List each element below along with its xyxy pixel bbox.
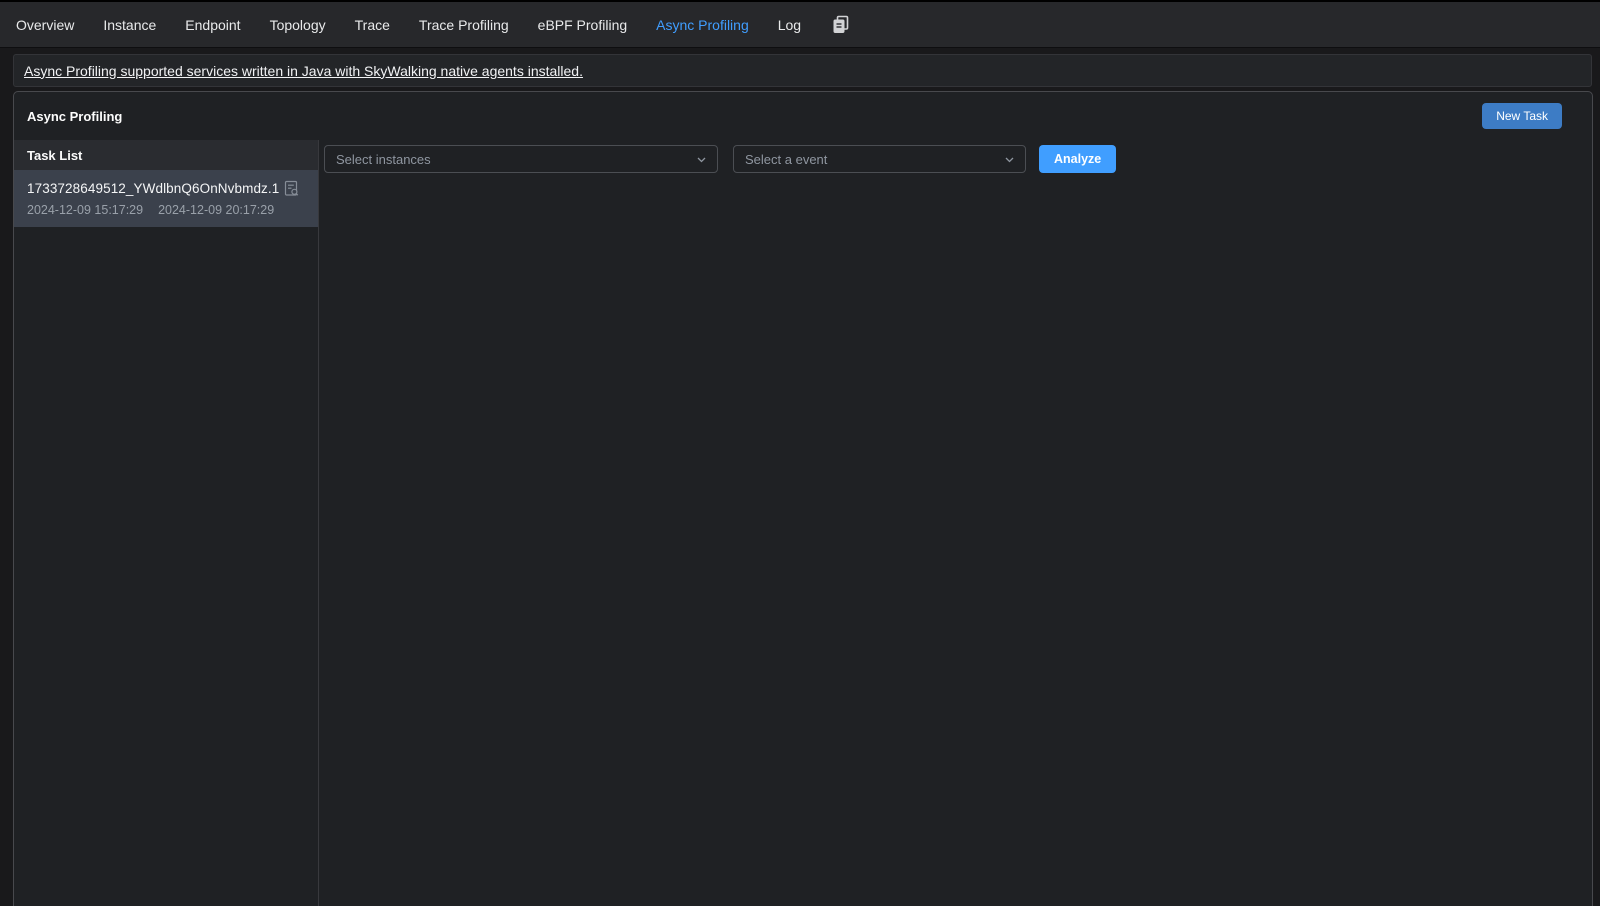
nav-item-ebpf-profiling[interactable]: eBPF Profiling xyxy=(538,17,627,33)
nav-item-topology[interactable]: Topology xyxy=(270,17,326,33)
top-navbar: Overview Instance Endpoint Topology Trac… xyxy=(0,2,1600,48)
task-start-time: 2024-12-09 15:17:29 xyxy=(27,203,143,217)
event-select-placeholder: Select a event xyxy=(745,152,827,167)
task-list-column: Task List 1733728649512_YWdlbnQ6OnNvbmdz… xyxy=(14,140,319,906)
chevron-down-icon xyxy=(695,153,708,166)
async-profiling-panel: Async Profiling New Task Task List 17337… xyxy=(13,91,1593,906)
hint-banner: Async Profiling supported services writt… xyxy=(13,54,1592,87)
nav-item-trace[interactable]: Trace xyxy=(355,17,390,33)
instances-select[interactable]: Select instances xyxy=(324,145,718,173)
nav-item-overview[interactable]: Overview xyxy=(16,17,74,33)
analyze-button[interactable]: Analyze xyxy=(1039,145,1116,173)
nav-item-instance[interactable]: Instance xyxy=(103,17,156,33)
chevron-down-icon xyxy=(1003,153,1016,166)
analysis-area: Select instances Select a event Analyze xyxy=(319,140,1592,906)
task-list-header: Task List xyxy=(14,140,318,170)
task-time-range: 2024-12-09 15:17:29 2024-12-09 20:17:29 xyxy=(27,203,308,217)
task-detail-icon[interactable] xyxy=(282,179,300,197)
panel-title: Async Profiling xyxy=(27,109,122,124)
task-list-item[interactable]: 1733728649512_YWdlbnQ6OnNvbmdz.1 2024-12… xyxy=(14,170,318,227)
panel-header: Async Profiling New Task xyxy=(14,92,1592,140)
event-select[interactable]: Select a event xyxy=(733,145,1026,173)
nav-item-endpoint[interactable]: Endpoint xyxy=(185,17,240,33)
nav-item-trace-profiling[interactable]: Trace Profiling xyxy=(419,17,509,33)
nav-item-async-profiling[interactable]: Async Profiling xyxy=(656,17,749,33)
hint-banner-text: Async Profiling supported services writt… xyxy=(24,63,583,79)
document-copy-icon[interactable] xyxy=(830,14,852,36)
new-task-button[interactable]: New Task xyxy=(1482,103,1562,129)
panel-content: Task List 1733728649512_YWdlbnQ6OnNvbmdz… xyxy=(14,140,1592,906)
nav-item-log[interactable]: Log xyxy=(778,17,801,33)
task-end-time: 2024-12-09 20:17:29 xyxy=(158,203,274,217)
task-id: 1733728649512_YWdlbnQ6OnNvbmdz.1 xyxy=(27,181,279,196)
instances-select-placeholder: Select instances xyxy=(336,152,431,167)
